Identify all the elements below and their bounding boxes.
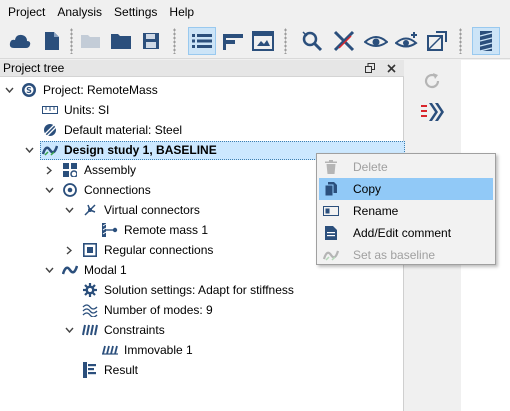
chevron-right-icon[interactable] bbox=[44, 160, 54, 180]
context-menu-copy[interactable]: Copy bbox=[319, 178, 493, 200]
context-menu-label: Copy bbox=[353, 182, 382, 196]
cloud-icon[interactable] bbox=[6, 27, 34, 55]
chevron-down-icon[interactable] bbox=[24, 140, 34, 160]
immovable-icon bbox=[102, 342, 118, 358]
tree-label: Immovable 1 bbox=[124, 343, 193, 357]
panel-title: Project tree bbox=[3, 61, 65, 75]
tree-item-solution-settings[interactable]: Solution settings: Adapt for stiffness bbox=[0, 280, 404, 300]
assembly-icon bbox=[62, 162, 78, 178]
svg-text:S: S bbox=[26, 86, 32, 95]
float-panel-icon[interactable] bbox=[363, 61, 377, 75]
tree-label: Units: SI bbox=[64, 103, 110, 117]
run-study-icon[interactable] bbox=[421, 102, 445, 125]
project-icon: S bbox=[21, 82, 37, 98]
open-folder-disabled-icon[interactable] bbox=[77, 27, 105, 55]
toolbar-separator bbox=[70, 28, 73, 54]
trash-icon bbox=[323, 159, 339, 175]
regular-connection-icon bbox=[82, 242, 98, 258]
comment-icon bbox=[323, 225, 339, 241]
connections-icon bbox=[62, 182, 78, 198]
context-menu-label: Set as baseline bbox=[353, 248, 436, 262]
context-menu-delete[interactable]: Delete bbox=[319, 156, 493, 178]
save-icon[interactable] bbox=[137, 27, 165, 55]
refresh-disabled-icon[interactable] bbox=[423, 72, 441, 93]
tree-item-units[interactable]: Units: SI bbox=[0, 100, 404, 120]
toolbar bbox=[0, 23, 510, 59]
copy-icon bbox=[323, 181, 339, 197]
design-study-icon bbox=[42, 142, 58, 158]
baseline-icon bbox=[323, 247, 339, 263]
material-icon bbox=[42, 122, 58, 138]
context-menu-label: Rename bbox=[353, 204, 399, 218]
chevron-down-icon[interactable] bbox=[44, 260, 54, 280]
context-menu-add-edit-comment[interactable]: Add/Edit comment bbox=[319, 222, 493, 244]
tree-label: Design study 1, BASELINE bbox=[64, 143, 217, 157]
toolbar-separator bbox=[173, 28, 176, 54]
comment-flag-icon[interactable] bbox=[219, 27, 247, 55]
tree-label: Assembly bbox=[84, 163, 137, 177]
zoom-fit-icon[interactable] bbox=[298, 27, 326, 55]
chevron-right-icon[interactable] bbox=[64, 240, 74, 260]
chevron-down-icon[interactable] bbox=[64, 320, 74, 340]
close-panel-icon[interactable] bbox=[384, 61, 398, 75]
tree-label: Project: RemoteMass bbox=[43, 83, 158, 97]
modes-wave-icon bbox=[82, 302, 98, 318]
menu-analysis[interactable]: Analysis bbox=[51, 2, 108, 22]
tree-item-immovable[interactable]: Immovable 1 bbox=[0, 340, 404, 360]
new-file-icon[interactable] bbox=[38, 27, 66, 55]
tree-label: Remote mass 1 bbox=[124, 223, 209, 237]
tree-label: Connections bbox=[84, 183, 151, 197]
context-menu: Delete Copy Rename Add/Edit comment Set … bbox=[316, 153, 496, 265]
tree-label: Solution settings: Adapt for stiffness bbox=[104, 283, 294, 297]
chevron-down-icon[interactable] bbox=[44, 180, 54, 200]
rename-icon bbox=[323, 203, 339, 219]
tree-item-material[interactable]: Default material: Steel bbox=[0, 120, 404, 140]
mesh-toggle-icon[interactable] bbox=[472, 27, 500, 55]
tree-label: Default material: Steel bbox=[64, 123, 183, 137]
panel-header: Project tree bbox=[0, 60, 404, 77]
tree-label: Constraints bbox=[104, 323, 165, 337]
view-eye-plus-icon[interactable] bbox=[393, 27, 421, 55]
tree-label: Result bbox=[104, 363, 139, 377]
chevron-down-icon[interactable] bbox=[64, 200, 74, 220]
remote-mass-icon bbox=[102, 222, 118, 238]
tree-label: Regular connections bbox=[104, 243, 214, 257]
tree-list-icon[interactable] bbox=[188, 27, 216, 55]
constraints-icon bbox=[82, 322, 98, 338]
menu-project[interactable]: Project bbox=[2, 2, 51, 22]
image-window-icon[interactable] bbox=[249, 27, 277, 55]
context-menu-set-as-baseline[interactable]: Set as baseline bbox=[319, 244, 493, 266]
deform-scale-icon[interactable] bbox=[423, 27, 451, 55]
tree-item-project[interactable]: S Project: RemoteMass bbox=[0, 80, 404, 100]
context-menu-rename[interactable]: Rename bbox=[319, 200, 493, 222]
tree-item-constraints[interactable]: Constraints bbox=[0, 320, 404, 340]
cross-section-icon[interactable] bbox=[330, 27, 358, 55]
tree-label: Virtual connectors bbox=[104, 203, 200, 217]
ruler-icon bbox=[42, 102, 58, 118]
tree-label: Number of modes: 9 bbox=[104, 303, 213, 317]
modal-analysis-icon bbox=[62, 262, 78, 278]
virtual-connector-icon bbox=[82, 202, 98, 218]
context-menu-label: Add/Edit comment bbox=[353, 226, 452, 240]
gear-icon bbox=[82, 282, 98, 298]
toolbar-separator bbox=[284, 28, 287, 54]
view-eye-icon[interactable] bbox=[362, 27, 390, 55]
toolbar-separator bbox=[459, 28, 462, 54]
menu-help[interactable]: Help bbox=[163, 2, 200, 22]
tree-item-result[interactable]: Result bbox=[0, 360, 404, 380]
result-icon bbox=[82, 362, 98, 378]
tree-label: Modal 1 bbox=[84, 263, 127, 277]
menu-settings[interactable]: Settings bbox=[108, 2, 163, 22]
tree-item-number-of-modes[interactable]: Number of modes: 9 bbox=[0, 300, 404, 320]
context-menu-label: Delete bbox=[353, 160, 388, 174]
menu-bar: Project Analysis Settings Help bbox=[0, 0, 510, 23]
chevron-down-icon[interactable] bbox=[4, 80, 14, 100]
folder-icon[interactable] bbox=[107, 27, 135, 55]
